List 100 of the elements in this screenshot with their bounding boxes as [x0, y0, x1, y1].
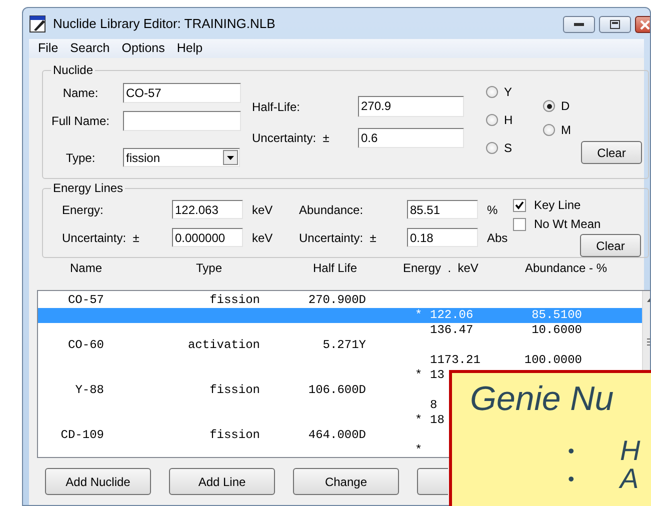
radio-button[interactable]: [543, 124, 555, 136]
checkbox-label[interactable]: No Wt Mean: [534, 215, 601, 233]
field-label: Energy:: [62, 202, 104, 218]
radio-label[interactable]: M: [561, 121, 571, 139]
radio-button[interactable]: [486, 114, 498, 126]
energy-field[interactable]: 122.063: [172, 200, 243, 219]
checkbox-label[interactable]: Key Line: [534, 196, 581, 214]
list-row[interactable]: CO-57 fission 270.900D: [38, 293, 366, 308]
list-cell: fission: [210, 428, 260, 442]
full-name-field[interactable]: [123, 111, 241, 131]
action-button[interactable]: [417, 468, 448, 495]
uncertainty-field[interactable]: 0.6: [358, 128, 464, 148]
column-header: Name: [70, 261, 104, 275]
list-row[interactable]: CO-60 activation 5.271Y: [38, 338, 366, 353]
column-header: Energy . keV: [403, 261, 480, 275]
radio-button[interactable]: [543, 100, 555, 112]
list-cell: fission: [210, 293, 260, 307]
minimize-icon: [574, 22, 584, 26]
list-cell: 5.271Y: [322, 338, 366, 352]
field-label: Half-Life:: [252, 98, 302, 116]
list-cell: CD-109: [60, 428, 104, 442]
field-label: Full Name:: [50, 113, 110, 130]
bullet-text: A: [620, 465, 639, 493]
field-label: Uncertainty: ±: [62, 230, 140, 246]
field-label: Uncertainty: ±: [252, 130, 330, 147]
list-cell: 136.47: [430, 323, 474, 337]
unit-label: Abs: [487, 230, 509, 246]
list-cell: CO-57: [68, 293, 104, 307]
field-label: Name:: [62, 85, 100, 102]
radio-label[interactable]: H: [504, 111, 513, 129]
window-title: Nuclide Library Editor: TRAINING.NLB: [53, 14, 276, 33]
list-cell: 122.06: [430, 308, 474, 322]
list-row[interactable]: * 13: [38, 368, 444, 383]
list-cell: 10.6000: [532, 323, 582, 337]
list-cell: 8: [430, 398, 438, 412]
list-cell: *: [415, 413, 422, 427]
list-cell: 18: [430, 413, 444, 427]
list-row[interactable]: * 18: [38, 413, 444, 428]
action-button[interactable]: Change: [293, 468, 399, 495]
action-button[interactable]: Add Line: [169, 468, 275, 495]
radio-label[interactable]: S: [504, 139, 512, 157]
maximize-button[interactable]: [599, 16, 631, 33]
list-row[interactable]: 8: [38, 398, 438, 413]
list-cell: fission: [210, 383, 260, 397]
list-cell: 106.600D: [308, 383, 366, 397]
action-button[interactable]: Add Nuclide: [45, 468, 151, 495]
menu-item[interactable]: Options: [116, 39, 171, 58]
list-cell: 85.5100: [532, 308, 582, 322]
list-cell: 1173.21: [430, 353, 480, 367]
list-row[interactable]: 1173.21 100.0000: [38, 353, 582, 368]
column-header: Type: [196, 261, 224, 275]
column-header: Abundance - %: [525, 261, 608, 275]
list-cell: 13: [430, 368, 444, 382]
list-row[interactable]: 136.47 10.6000: [38, 323, 582, 338]
type-dropdown[interactable]: fission: [123, 148, 240, 167]
list-cell: *: [415, 308, 422, 322]
bullet-mark: •: [568, 468, 576, 491]
list-cell: Y-88: [75, 383, 104, 397]
checkbox[interactable]: [513, 218, 526, 230]
menu-item[interactable]: Search: [64, 39, 116, 58]
abundance-field[interactable]: 85.51: [407, 200, 478, 219]
list-cell: CO-60: [68, 338, 104, 352]
bullet-mark: •: [568, 440, 576, 463]
editor-app-icon: [29, 14, 47, 32]
clear-button[interactable]: Clear: [580, 234, 641, 257]
list-cell: *: [415, 443, 422, 457]
list-cell: 270.900D: [308, 293, 366, 307]
radio-button[interactable]: [486, 86, 498, 98]
list-cell: *: [415, 368, 422, 382]
menu-item[interactable]: File: [32, 39, 64, 58]
unit-label: keV: [252, 202, 274, 218]
unit-label: %: [487, 202, 499, 218]
radio-label[interactable]: D: [561, 97, 570, 115]
field-label: Type:: [64, 150, 96, 166]
group-label: Energy Lines: [52, 181, 124, 195]
list-row[interactable]: Y-88 fission 106.600D: [38, 383, 366, 398]
half-life-field[interactable]: 270.9: [358, 96, 464, 117]
uncertainty-field[interactable]: 0.18: [407, 228, 478, 247]
clear-button[interactable]: Clear: [581, 141, 642, 164]
list-cell: 100.0000: [524, 353, 582, 367]
group-label: Nuclide: [52, 63, 94, 77]
field-label: Abundance:: [299, 202, 364, 218]
name-field[interactable]: CO-57: [123, 83, 241, 103]
radio-label[interactable]: Y: [504, 83, 512, 101]
list-cell: 464.000D: [308, 428, 366, 442]
uncertainty-field[interactable]: 0.000000: [172, 228, 243, 247]
minimize-button[interactable]: [563, 16, 595, 33]
menu-item[interactable]: Help: [170, 39, 209, 58]
list-row[interactable]: CD-109 fission 464.000D: [38, 428, 366, 443]
list-row[interactable]: *: [38, 443, 422, 458]
close-button[interactable]: [635, 16, 650, 33]
field-label: Uncertainty: ±: [299, 230, 378, 246]
unit-label: keV: [252, 230, 274, 246]
checkbox[interactable]: [513, 198, 526, 212]
radio-button[interactable]: [486, 142, 498, 154]
list-cell: activation: [188, 338, 260, 352]
close-icon: [639, 20, 650, 30]
bullet-text: H: [620, 437, 640, 465]
column-header: Half Life: [313, 261, 358, 275]
maximize-icon: [610, 20, 620, 29]
